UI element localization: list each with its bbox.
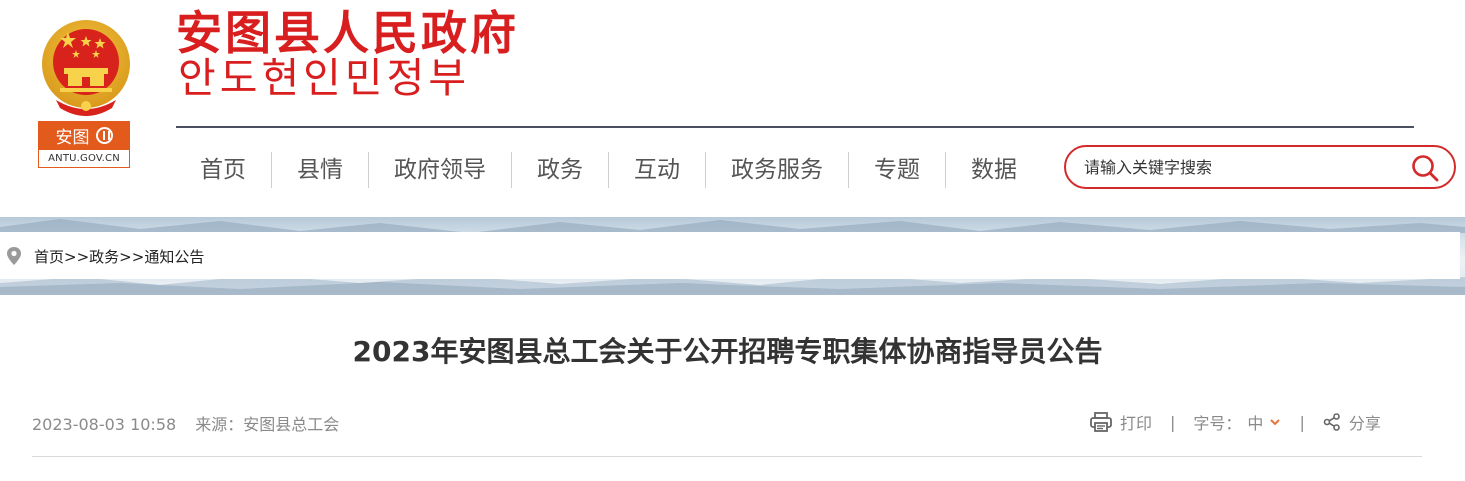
nav-item-services[interactable]: 政务服务 [705,152,848,188]
article-divider [32,456,1422,457]
search-icon[interactable] [1410,153,1440,183]
article-date: 2023-08-03 10:58 [32,415,177,434]
main-nav: 首页 县情 政府领导 政务 互动 政务服务 专题 数据 [175,150,1042,190]
site-title-chinese: 安图县人民政府 [176,6,519,60]
tools-separator: | [1170,412,1176,432]
chevron-down-icon [1270,419,1281,426]
badge-domain: ANTU.GOV.CN [38,149,130,168]
page: 安图 ANTU.GOV.CN 安图县人民政府 안도현인민정부 首页 县情 政府领… [0,0,1465,481]
font-size-selector[interactable]: 字号： 中 [1193,410,1281,434]
article-tools: 打印 | 字号： 中 | 分享 [1090,410,1381,434]
article-title: 2023年安图县总工会关于公开招聘专职集体协商指导员公告 [352,335,1103,368]
breadcrumb-separator: >> [64,248,90,266]
site-title-korean: 안도현인민정부 [178,54,471,102]
badge-name: 安图 [55,127,90,148]
badge-name-row: 安图 [38,121,130,149]
share-label: 分享 [1348,414,1381,433]
printer-icon [1090,412,1112,432]
header-divider [176,126,1414,128]
breadcrumb-current-link[interactable]: 通知公告 [144,248,204,266]
share-icon [1323,413,1340,431]
nav-item-home[interactable]: 首页 [175,152,271,188]
share-button[interactable]: 分享 [1323,410,1381,434]
nav-item-government-affairs[interactable]: 政务 [511,152,608,188]
location-pin-icon [7,247,21,265]
nav-item-county-info[interactable]: 县情 [271,152,368,188]
search-box [1064,145,1456,189]
nav-item-topics[interactable]: 专题 [848,152,945,188]
breadcrumb-home-link[interactable]: 首页 [34,248,64,266]
nav-item-data[interactable]: 数据 [945,152,1042,188]
nav-item-leaders[interactable]: 政府领导 [368,152,511,188]
print-button[interactable]: 打印 [1090,410,1152,434]
font-size-value: 中 [1247,414,1264,433]
print-label: 打印 [1120,414,1153,433]
tools-separator: | [1299,412,1305,432]
breadcrumb-bar: 首页>>政务>>通知公告 [0,232,1460,279]
article-source: 来源：安图县总工会 [195,415,340,434]
font-size-label: 字号： [1193,414,1242,433]
search-input[interactable] [1084,155,1394,179]
site-badge[interactable]: 安图 ANTU.GOV.CN [38,121,130,168]
article-meta: 2023-08-03 10:58 来源：安图县总工会 [32,411,353,435]
breadcrumb: 首页>>政务>>通知公告 [34,246,204,267]
breadcrumb-section-link[interactable]: 政务 [89,248,119,266]
national-emblem-logo [42,20,130,116]
nav-item-interaction[interactable]: 互动 [608,152,705,188]
breadcrumb-separator: >> [119,248,145,266]
seal-icon [95,126,113,144]
